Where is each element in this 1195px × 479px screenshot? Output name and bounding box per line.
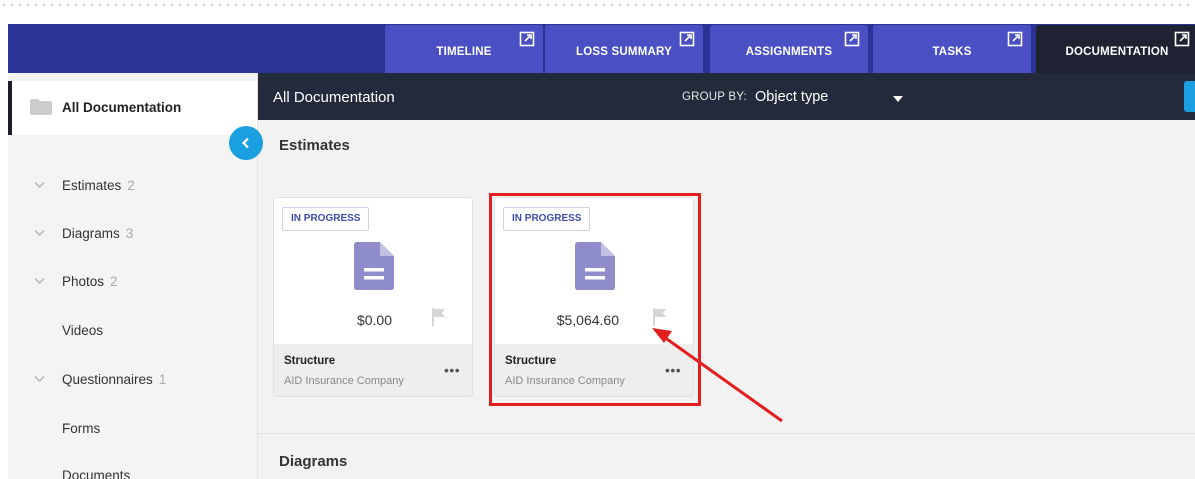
tab-loss-summary[interactable]: LOSS SUMMARY bbox=[545, 25, 703, 73]
page-title: All Documentation bbox=[273, 89, 395, 106]
sidebar-item-videos[interactable]: Videos bbox=[8, 321, 257, 345]
action-button[interactable] bbox=[1184, 81, 1195, 112]
chevron-left-icon bbox=[241, 137, 249, 149]
caret-down-icon[interactable] bbox=[893, 96, 903, 102]
chevron-down-icon[interactable] bbox=[34, 375, 45, 383]
external-link-icon[interactable] bbox=[679, 31, 695, 47]
tab-label: TIMELINE bbox=[436, 46, 492, 58]
document-icon bbox=[354, 242, 394, 290]
collapse-sidebar-button[interactable] bbox=[229, 126, 263, 160]
tab-label: LOSS SUMMARY bbox=[576, 46, 672, 58]
card-footer: Structure AID Insurance Company ••• bbox=[274, 344, 472, 396]
sidebar-item-label: Documents bbox=[62, 468, 131, 479]
tab-bar: TIMELINE LOSS SUMMARY ASSIGNMENTS TASKS … bbox=[8, 24, 1195, 73]
flag-icon[interactable] bbox=[432, 308, 446, 326]
tab-assignments[interactable]: ASSIGNMENTS bbox=[710, 25, 868, 73]
section-title-diagrams: Diagrams bbox=[279, 453, 348, 470]
sidebar-item-label: Estimates bbox=[62, 178, 122, 193]
estimate-card[interactable]: IN PROGRESS $0.00 Structure AID Insuranc… bbox=[273, 197, 473, 397]
card-name: Structure bbox=[284, 355, 336, 367]
sidebar-item-count: 3 bbox=[125, 226, 134, 241]
tab-label: ASSIGNMENTS bbox=[745, 46, 833, 58]
group-by-select[interactable]: Object type bbox=[755, 89, 828, 105]
sidebar-item-documents[interactable]: Documents bbox=[8, 466, 257, 479]
highlight-box bbox=[489, 193, 701, 406]
card-company: AID Insurance Company bbox=[284, 375, 404, 387]
sidebar-item-all-documentation[interactable]: All Documentation bbox=[8, 81, 257, 135]
tab-documentation[interactable]: DOCUMENTATION bbox=[1036, 25, 1195, 73]
chevron-down-icon[interactable] bbox=[34, 277, 45, 285]
section-divider bbox=[258, 433, 1195, 434]
external-link-icon[interactable] bbox=[1174, 31, 1190, 47]
sidebar-item-label: Photos bbox=[62, 274, 105, 289]
group-by-label: GROUP BY: bbox=[682, 91, 747, 103]
sidebar-item-label: Videos bbox=[62, 323, 104, 338]
status-badge: IN PROGRESS bbox=[282, 207, 370, 231]
sidebar-item-photos[interactable]: Photos 2 bbox=[8, 272, 257, 296]
sidebar-item-estimates[interactable]: Estimates 2 bbox=[8, 176, 257, 200]
chevron-down-icon[interactable] bbox=[34, 229, 45, 237]
sidebar-item-count: 2 bbox=[127, 178, 135, 193]
tab-label: DOCUMENTATION bbox=[1065, 46, 1169, 58]
sidebar-item-count: 1 bbox=[158, 372, 167, 387]
sidebar-item-count: 2 bbox=[110, 274, 118, 289]
estimate-amount: $0.00 bbox=[356, 312, 392, 328]
sidebar: All Documentation Estimates 2 Diagrams 3 P… bbox=[8, 73, 258, 479]
external-link-icon[interactable] bbox=[519, 31, 535, 47]
folder-icon bbox=[30, 99, 52, 115]
tab-timeline[interactable]: TIMELINE bbox=[385, 25, 543, 73]
chevron-down-icon[interactable] bbox=[34, 181, 45, 189]
content-header: All Documentation GROUP BY: Object type bbox=[258, 73, 1195, 120]
external-link-icon[interactable] bbox=[1007, 31, 1023, 47]
sidebar-item-forms[interactable]: Forms bbox=[8, 419, 257, 443]
section-title-estimates: Estimates bbox=[279, 137, 350, 154]
sidebar-header-label: All Documentation bbox=[62, 100, 182, 115]
main-content: All Documentation GROUP BY: Object type … bbox=[258, 73, 1195, 479]
tab-tasks[interactable]: TASKS bbox=[873, 25, 1031, 73]
sidebar-item-label: Diagrams bbox=[62, 226, 120, 241]
external-link-icon[interactable] bbox=[844, 31, 860, 47]
tab-label: TASKS bbox=[932, 46, 972, 58]
sidebar-item-label: Forms bbox=[62, 421, 101, 436]
more-icon[interactable]: ••• bbox=[444, 362, 460, 378]
sidebar-item-diagrams[interactable]: Diagrams 3 bbox=[8, 224, 257, 248]
sidebar-item-label: Questionnaires bbox=[62, 372, 153, 387]
sidebar-item-questionnaires[interactable]: Questionnaires 1 bbox=[8, 370, 257, 394]
dotted-border bbox=[0, 0, 1195, 8]
